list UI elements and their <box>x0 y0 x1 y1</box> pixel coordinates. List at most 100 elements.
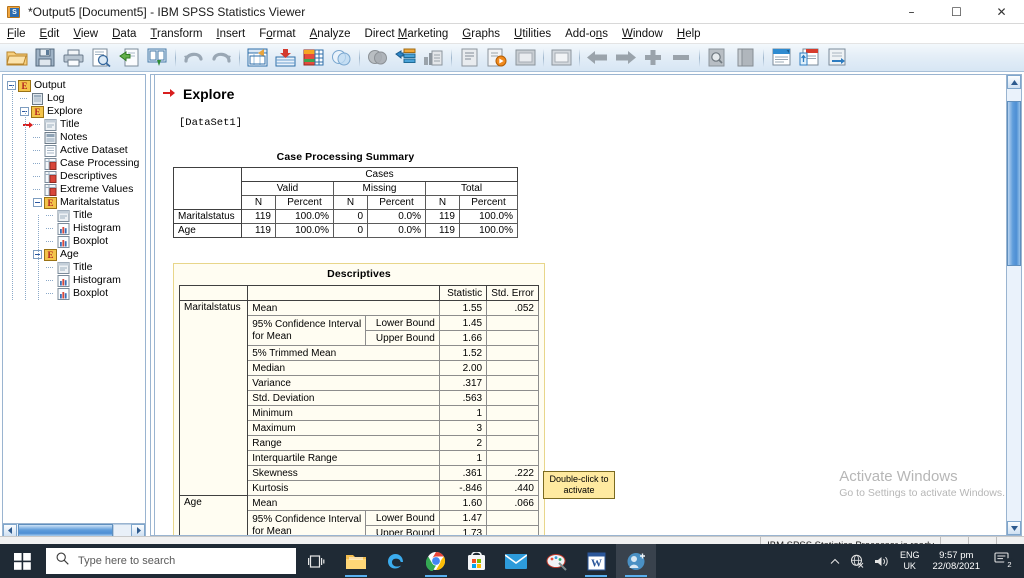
save-icon[interactable] <box>32 46 58 70</box>
tray-chevron-icon[interactable] <box>825 558 845 565</box>
outline-item-title[interactable]: Title <box>7 118 145 131</box>
menu-format[interactable]: Format <box>252 26 302 42</box>
outline-item-histogram[interactable]: Histogram <box>7 222 145 235</box>
maximize-button[interactable]: ☐ <box>934 0 979 24</box>
menu-window[interactable]: Window <box>615 26 670 42</box>
desc-stat-label: Skewness <box>247 465 440 481</box>
outline-item-descriptives[interactable]: Descriptives <box>7 170 145 183</box>
taskbar-chrome-browser-icon[interactable] <box>416 544 456 578</box>
svg-text:E: E <box>47 250 53 260</box>
insert-variable-icon[interactable] <box>300 46 326 70</box>
title-bar: S *Output5 [Document5] - IBM SPSS Statis… <box>0 0 1024 24</box>
output-vscroll-thumb[interactable] <box>1007 101 1021 266</box>
forward-arrow-icon[interactable] <box>612 46 638 70</box>
back-arrow-icon[interactable] <box>584 46 610 70</box>
outline-item-title[interactable]: Title <box>7 209 145 222</box>
action-center-icon[interactable]: 2 <box>987 551 1018 571</box>
windows-taskbar: Type here to search W ENG UK 9:57 pm 22/… <box>0 544 1024 578</box>
promote-icon[interactable] <box>640 46 666 70</box>
show-hide-icon[interactable] <box>548 46 574 70</box>
toolbar-separator <box>236 47 244 69</box>
show-all-variables-icon[interactable] <box>484 46 510 70</box>
book-icon[interactable] <box>732 46 758 70</box>
menu-view[interactable]: View <box>66 26 105 42</box>
value-labels-icon[interactable] <box>420 46 446 70</box>
desc-corner-2 <box>247 285 440 301</box>
minimize-button[interactable]: – <box>889 0 934 24</box>
menu-graphs[interactable]: Graphs <box>455 26 507 42</box>
task-view-icon[interactable] <box>296 544 336 578</box>
output-vertical-scrollbar[interactable] <box>1006 75 1021 535</box>
undo-icon[interactable] <box>180 46 206 70</box>
insert-title-icon[interactable] <box>768 46 794 70</box>
outline-item-case-processing[interactable]: Case Processing <box>7 157 145 170</box>
watermark-subtitle: Go to Settings to activate Windows. <box>839 487 1005 499</box>
menu-help[interactable]: Help <box>670 26 708 42</box>
cps-cell: 119 <box>425 209 460 224</box>
descriptives-block[interactable]: Descriptives Statistic Std. Error Maritals… <box>173 263 545 535</box>
outline-item-notes[interactable]: Notes <box>7 131 145 144</box>
menu-analyze[interactable]: Analyze <box>303 26 358 42</box>
outline-item-extreme-values[interactable]: Extreme Values <box>7 183 145 196</box>
taskbar-word-icon[interactable]: W <box>576 544 616 578</box>
windows-start-icon[interactable] <box>0 544 44 578</box>
outline-item-label: Boxplot <box>73 235 109 247</box>
outline-item-log[interactable]: Log <box>7 92 145 105</box>
menu-transform[interactable]: Transform <box>143 26 209 42</box>
open-file-icon[interactable] <box>4 46 30 70</box>
export-icon[interactable] <box>116 46 142 70</box>
desc-bound-label: Upper Bound <box>365 525 440 535</box>
table-row: Maritalstatus 119 100.0% 0 0.0% 119 100.0% <box>173 209 518 224</box>
outline-guide-line <box>25 111 26 300</box>
outline-item-maritalstatus[interactable]: E Maritalstatus <box>7 196 145 209</box>
find-icon[interactable] <box>704 46 730 70</box>
redo-icon[interactable] <box>208 46 234 70</box>
taskbar-file-explorer-icon[interactable] <box>336 544 376 578</box>
taskbar-paint-icon[interactable] <box>536 544 576 578</box>
outline-collapse-toggle[interactable] <box>33 198 42 207</box>
outline-item-active-dataset[interactable]: Active Dataset <box>7 144 145 157</box>
taskbar-search-box[interactable]: Type here to search <box>46 548 296 574</box>
goto-case-icon[interactable] <box>244 46 270 70</box>
outline-pane[interactable]: E Output Log E Explore Title Notes Active Datas… <box>2 74 146 536</box>
outline-item-histogram[interactable]: Histogram <box>7 274 145 287</box>
outline-tree-connector <box>46 211 55 220</box>
print-icon[interactable] <box>60 46 86 70</box>
outline-item-title[interactable]: Title <box>7 261 145 274</box>
scroll-up-icon[interactable] <box>1007 75 1021 89</box>
outline-item-age[interactable]: E Age <box>7 248 145 261</box>
outline-item-explore[interactable]: E Explore <box>7 105 145 118</box>
taskbar-spss-icon[interactable] <box>616 544 656 578</box>
menu-insert[interactable]: Insert <box>209 26 252 42</box>
export-model-icon[interactable] <box>824 46 850 70</box>
select-cases-icon[interactable] <box>364 46 390 70</box>
menu-add-ons[interactable]: Add-ons <box>558 26 615 42</box>
weight-cases-icon[interactable] <box>392 46 418 70</box>
close-button[interactable]: ✕ <box>979 0 1024 24</box>
recall-dialogs-icon[interactable] <box>144 46 170 70</box>
output-pane[interactable]: Explore [DataSet1] Case Processing Summa… <box>150 74 1022 536</box>
split-file-icon[interactable] <box>328 46 354 70</box>
outline-item-output[interactable]: E Output <box>7 79 145 92</box>
network-globe-icon[interactable] <box>845 554 869 568</box>
print-preview-icon[interactable] <box>88 46 114 70</box>
clock[interactable]: 9:57 pm 22/08/2021 <box>925 550 987 572</box>
taskbar-edge-browser-icon[interactable] <box>376 544 416 578</box>
menu-data[interactable]: Data <box>105 26 143 42</box>
insert-text-icon[interactable] <box>796 46 822 70</box>
language-indicator[interactable]: ENG UK <box>894 550 926 572</box>
menu-utilities[interactable]: Utilities <box>507 26 558 42</box>
use-variable-sets-icon[interactable] <box>456 46 482 70</box>
outline-item-boxplot[interactable]: Boxplot <box>7 235 145 248</box>
taskbar-mail-icon[interactable] <box>496 544 536 578</box>
menu-edit[interactable]: Edit <box>33 26 67 42</box>
demote-icon[interactable] <box>668 46 694 70</box>
volume-icon[interactable] <box>869 555 894 568</box>
scroll-down-icon[interactable] <box>1007 521 1021 535</box>
menu-file[interactable]: File <box>0 26 33 42</box>
goto-variable-icon[interactable] <box>272 46 298 70</box>
taskbar-microsoft-store-icon[interactable] <box>456 544 496 578</box>
outline-item-boxplot[interactable]: Boxplot <box>7 287 145 300</box>
spell-check-icon[interactable] <box>512 46 538 70</box>
menu-direct-marketing[interactable]: Direct Marketing <box>358 26 456 42</box>
